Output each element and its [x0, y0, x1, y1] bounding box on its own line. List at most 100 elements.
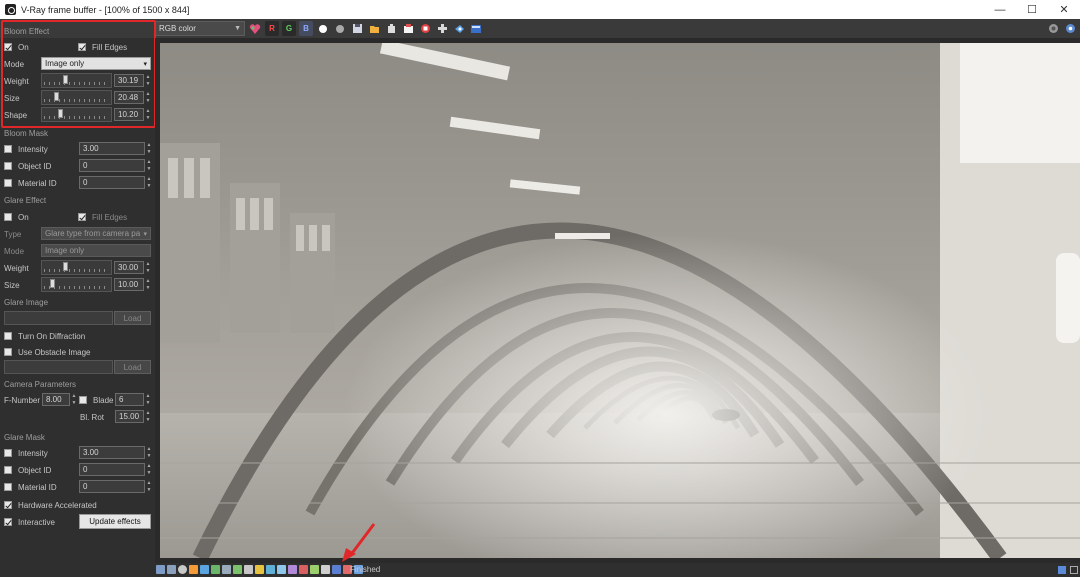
- slider-thumb[interactable]: [58, 109, 63, 118]
- glare-material-id-checkbox[interactable]: [4, 483, 12, 491]
- fullscreen-icon[interactable]: [1070, 566, 1078, 574]
- diffraction-toggle[interactable]: Turn On Diffraction: [4, 329, 85, 343]
- blade-rotation-input[interactable]: 15.00: [115, 410, 144, 423]
- slider-thumb[interactable]: [50, 279, 55, 288]
- bloom-fill-edges-toggle[interactable]: Fill Edges: [78, 40, 127, 54]
- obstacle-image-toggle[interactable]: Use Obstacle Image: [4, 345, 90, 359]
- icc-icon[interactable]: [277, 565, 286, 574]
- green-channel-button[interactable]: G: [282, 21, 296, 36]
- clear-image-icon[interactable]: [384, 21, 398, 36]
- settings-icon[interactable]: [1063, 21, 1077, 36]
- pixel-info-icon[interactable]: [178, 565, 187, 574]
- bloom-intensity-toggle[interactable]: Intensity: [4, 142, 48, 156]
- bloom-material-id-checkbox[interactable]: [4, 179, 12, 187]
- glare-material-id-input[interactable]: 0: [79, 480, 145, 493]
- hardware-accelerated-checkbox[interactable]: [4, 501, 12, 509]
- color-correction-icon[interactable]: [248, 21, 262, 36]
- bloom-size-spinner[interactable]: ▲ ▼: [145, 91, 151, 104]
- glare-intensity-spinner[interactable]: ▲ ▼: [146, 446, 152, 459]
- glare-material-id-toggle[interactable]: Material ID: [4, 480, 57, 494]
- obstacle-image-path-input[interactable]: [4, 360, 113, 374]
- glare-intensity-checkbox[interactable]: [4, 449, 12, 457]
- slider-thumb[interactable]: [63, 75, 68, 84]
- diffraction-checkbox[interactable]: [4, 332, 12, 340]
- glare-image-load-button[interactable]: Load: [114, 311, 151, 325]
- bloom-mode-dropdown[interactable]: Image only ▾: [41, 57, 151, 70]
- glare-object-id-toggle[interactable]: Object ID: [4, 463, 51, 477]
- bloom-intensity-input[interactable]: 3.00: [79, 142, 145, 155]
- copy-to-clipboard-icon[interactable]: [401, 21, 415, 36]
- obstacle-image-checkbox[interactable]: [4, 348, 12, 356]
- bloom-object-id-spinner[interactable]: ▲ ▼: [146, 159, 152, 172]
- load-image-icon[interactable]: [367, 21, 381, 36]
- bloom-shape-input[interactable]: 10.20: [114, 108, 144, 121]
- save-image-icon[interactable]: [350, 21, 364, 36]
- glare-on-toggle[interactable]: On: [4, 210, 29, 224]
- glare-object-id-spinner[interactable]: ▲ ▼: [146, 463, 152, 476]
- bloom-intensity-spinner[interactable]: ▲ ▼: [146, 142, 152, 155]
- obstacle-image-load-button[interactable]: Load: [114, 360, 151, 374]
- bloom-on-checkbox[interactable]: [4, 43, 12, 51]
- blue-channel-button[interactable]: B: [299, 21, 313, 36]
- glare-fill-edges-toggle[interactable]: Fill Edges: [78, 210, 127, 224]
- bloom-weight-spinner[interactable]: ▲ ▼: [145, 74, 151, 87]
- blade-input[interactable]: 6: [115, 393, 144, 406]
- glare-on-checkbox[interactable]: [4, 213, 12, 221]
- blade-rotation-spinner[interactable]: ▲ ▼: [145, 410, 151, 423]
- glare-type-dropdown[interactable]: Glare type from camera pa ▾: [41, 227, 151, 240]
- glare-fill-edges-checkbox[interactable]: [78, 213, 86, 221]
- bloom-intensity-checkbox[interactable]: [4, 145, 12, 153]
- red-channel-button[interactable]: R: [265, 21, 279, 36]
- blade-spinner[interactable]: ▲ ▼: [145, 393, 151, 406]
- glare-intensity-toggle[interactable]: Intensity: [4, 446, 48, 460]
- glare-size-input[interactable]: 10.00: [114, 278, 144, 291]
- glare-weight-slider[interactable]: [41, 260, 112, 275]
- follow-mouse-icon[interactable]: [310, 565, 319, 574]
- test-resolution-icon[interactable]: [332, 565, 341, 574]
- bloom-weight-input[interactable]: 30.19: [114, 74, 144, 87]
- bloom-object-id-toggle[interactable]: Object ID: [4, 159, 51, 173]
- hardware-accelerated-toggle[interactable]: Hardware Accelerated: [4, 498, 97, 512]
- close-button[interactable]: ✕: [1048, 0, 1080, 19]
- panel-toggle-icon[interactable]: [1058, 566, 1066, 574]
- bloom-shape-spinner[interactable]: ▲ ▼: [145, 108, 151, 121]
- track-mouse-icon[interactable]: [299, 565, 308, 574]
- interactive-toggle[interactable]: Interactive: [4, 515, 55, 529]
- curve-icon[interactable]: [211, 565, 220, 574]
- compare-icon[interactable]: [167, 565, 176, 574]
- white-balance-icon[interactable]: [233, 565, 242, 574]
- bloom-weight-slider[interactable]: [41, 73, 112, 88]
- bloom-object-id-input[interactable]: 0: [79, 159, 145, 172]
- ocio-icon[interactable]: [266, 565, 275, 574]
- fnumber-input[interactable]: 8.00: [42, 393, 70, 406]
- glare-weight-spinner[interactable]: ▲ ▼: [145, 261, 151, 274]
- fnumber-spinner[interactable]: ▲ ▼: [71, 393, 77, 406]
- stop-render-icon[interactable]: [418, 21, 432, 36]
- monochrome-icon[interactable]: [333, 21, 347, 36]
- stamp-icon[interactable]: [288, 565, 297, 574]
- interactive-checkbox[interactable]: [4, 518, 12, 526]
- region-render-icon[interactable]: [435, 21, 449, 36]
- channel-dropdown[interactable]: RGB color ▼: [155, 21, 245, 36]
- history-icon[interactable]: [156, 565, 165, 574]
- bloom-on-toggle[interactable]: On: [4, 40, 29, 54]
- blade-checkbox[interactable]: [79, 396, 87, 404]
- exposure-icon[interactable]: [222, 565, 231, 574]
- glare-material-id-spinner[interactable]: ▲ ▼: [146, 480, 152, 493]
- glare-mode-dropdown[interactable]: Image only: [41, 244, 151, 257]
- color-clamp-icon[interactable]: [189, 565, 198, 574]
- alpha-white-icon[interactable]: [316, 21, 330, 36]
- bloom-material-id-spinner[interactable]: ▲ ▼: [146, 176, 152, 189]
- bloom-fill-edges-checkbox[interactable]: [78, 43, 86, 51]
- maximize-button[interactable]: ☐: [1016, 0, 1048, 19]
- update-effects-button[interactable]: Update effects: [79, 514, 151, 529]
- bloom-material-id-input[interactable]: 0: [79, 176, 145, 189]
- bloom-shape-slider[interactable]: [41, 107, 112, 122]
- slider-thumb[interactable]: [63, 262, 68, 271]
- glare-size-spinner[interactable]: ▲ ▼: [145, 278, 151, 291]
- glare-weight-input[interactable]: 30.00: [114, 261, 144, 274]
- glare-intensity-input[interactable]: 3.00: [79, 446, 145, 459]
- lens-effects-toggle-icon[interactable]: [321, 565, 330, 574]
- glare-image-path-input[interactable]: [4, 311, 113, 325]
- glare-object-id-checkbox[interactable]: [4, 466, 12, 474]
